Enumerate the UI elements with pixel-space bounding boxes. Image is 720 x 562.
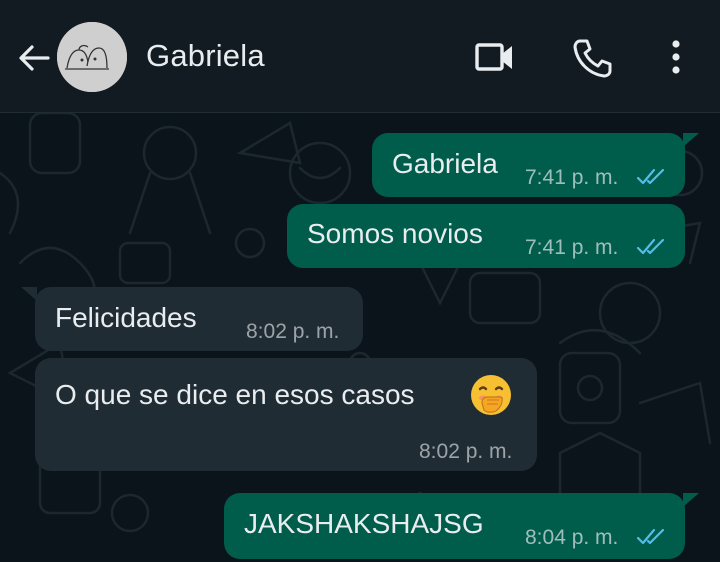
message-time: 8:02 p. m.	[419, 440, 513, 463]
bubble-tail	[683, 133, 699, 147]
bubble-tail	[683, 493, 699, 507]
message-time: 8:02 p. m.	[246, 320, 340, 343]
more-vertical-icon[interactable]	[654, 36, 698, 80]
contact-name[interactable]: Gabriela	[146, 38, 265, 74]
bubble-tail	[21, 287, 37, 301]
avatar-drawing-icon	[57, 22, 127, 92]
message-bubble-outgoing[interactable]: JAKSHAKSHAJSG 8:04 p. m.	[224, 493, 685, 559]
message-bubble-incoming[interactable]: O que se dice en esos casos 8:02 p. m.	[35, 358, 537, 471]
message-bubble-outgoing[interactable]: Gabriela 7:41 p. m.	[372, 133, 685, 197]
avatar[interactable]	[57, 22, 127, 92]
message-text: Gabriela	[392, 148, 498, 179]
message-text: Felicidades	[55, 302, 197, 333]
message-text: O que se dice en esos casos	[55, 379, 415, 410]
message-text: Somos novios	[307, 218, 483, 249]
phone-icon[interactable]	[570, 36, 614, 80]
chat-header: Gabriela	[0, 0, 720, 113]
message-time: 7:41 p. m.	[525, 236, 619, 259]
message-bubble-incoming[interactable]: Felicidades 8:02 p. m.	[35, 287, 363, 351]
message-text: JAKSHAKSHAJSG	[244, 508, 484, 539]
read-receipt-icon	[636, 528, 665, 545]
face-with-hand-over-mouth-icon	[471, 375, 511, 415]
message-bubble-outgoing[interactable]: Somos novios 7:41 p. m.	[287, 204, 685, 268]
arrow-left-icon[interactable]	[14, 38, 54, 78]
message-time: 7:41 p. m.	[525, 166, 619, 189]
video-camera-icon[interactable]	[472, 36, 516, 80]
read-receipt-icon	[636, 168, 665, 185]
message-time: 8:04 p. m.	[525, 526, 619, 549]
read-receipt-icon	[636, 238, 665, 255]
chat-area[interactable]: Gabriela 7:41 p. m. Somos novios 7:41 p.…	[0, 113, 720, 562]
